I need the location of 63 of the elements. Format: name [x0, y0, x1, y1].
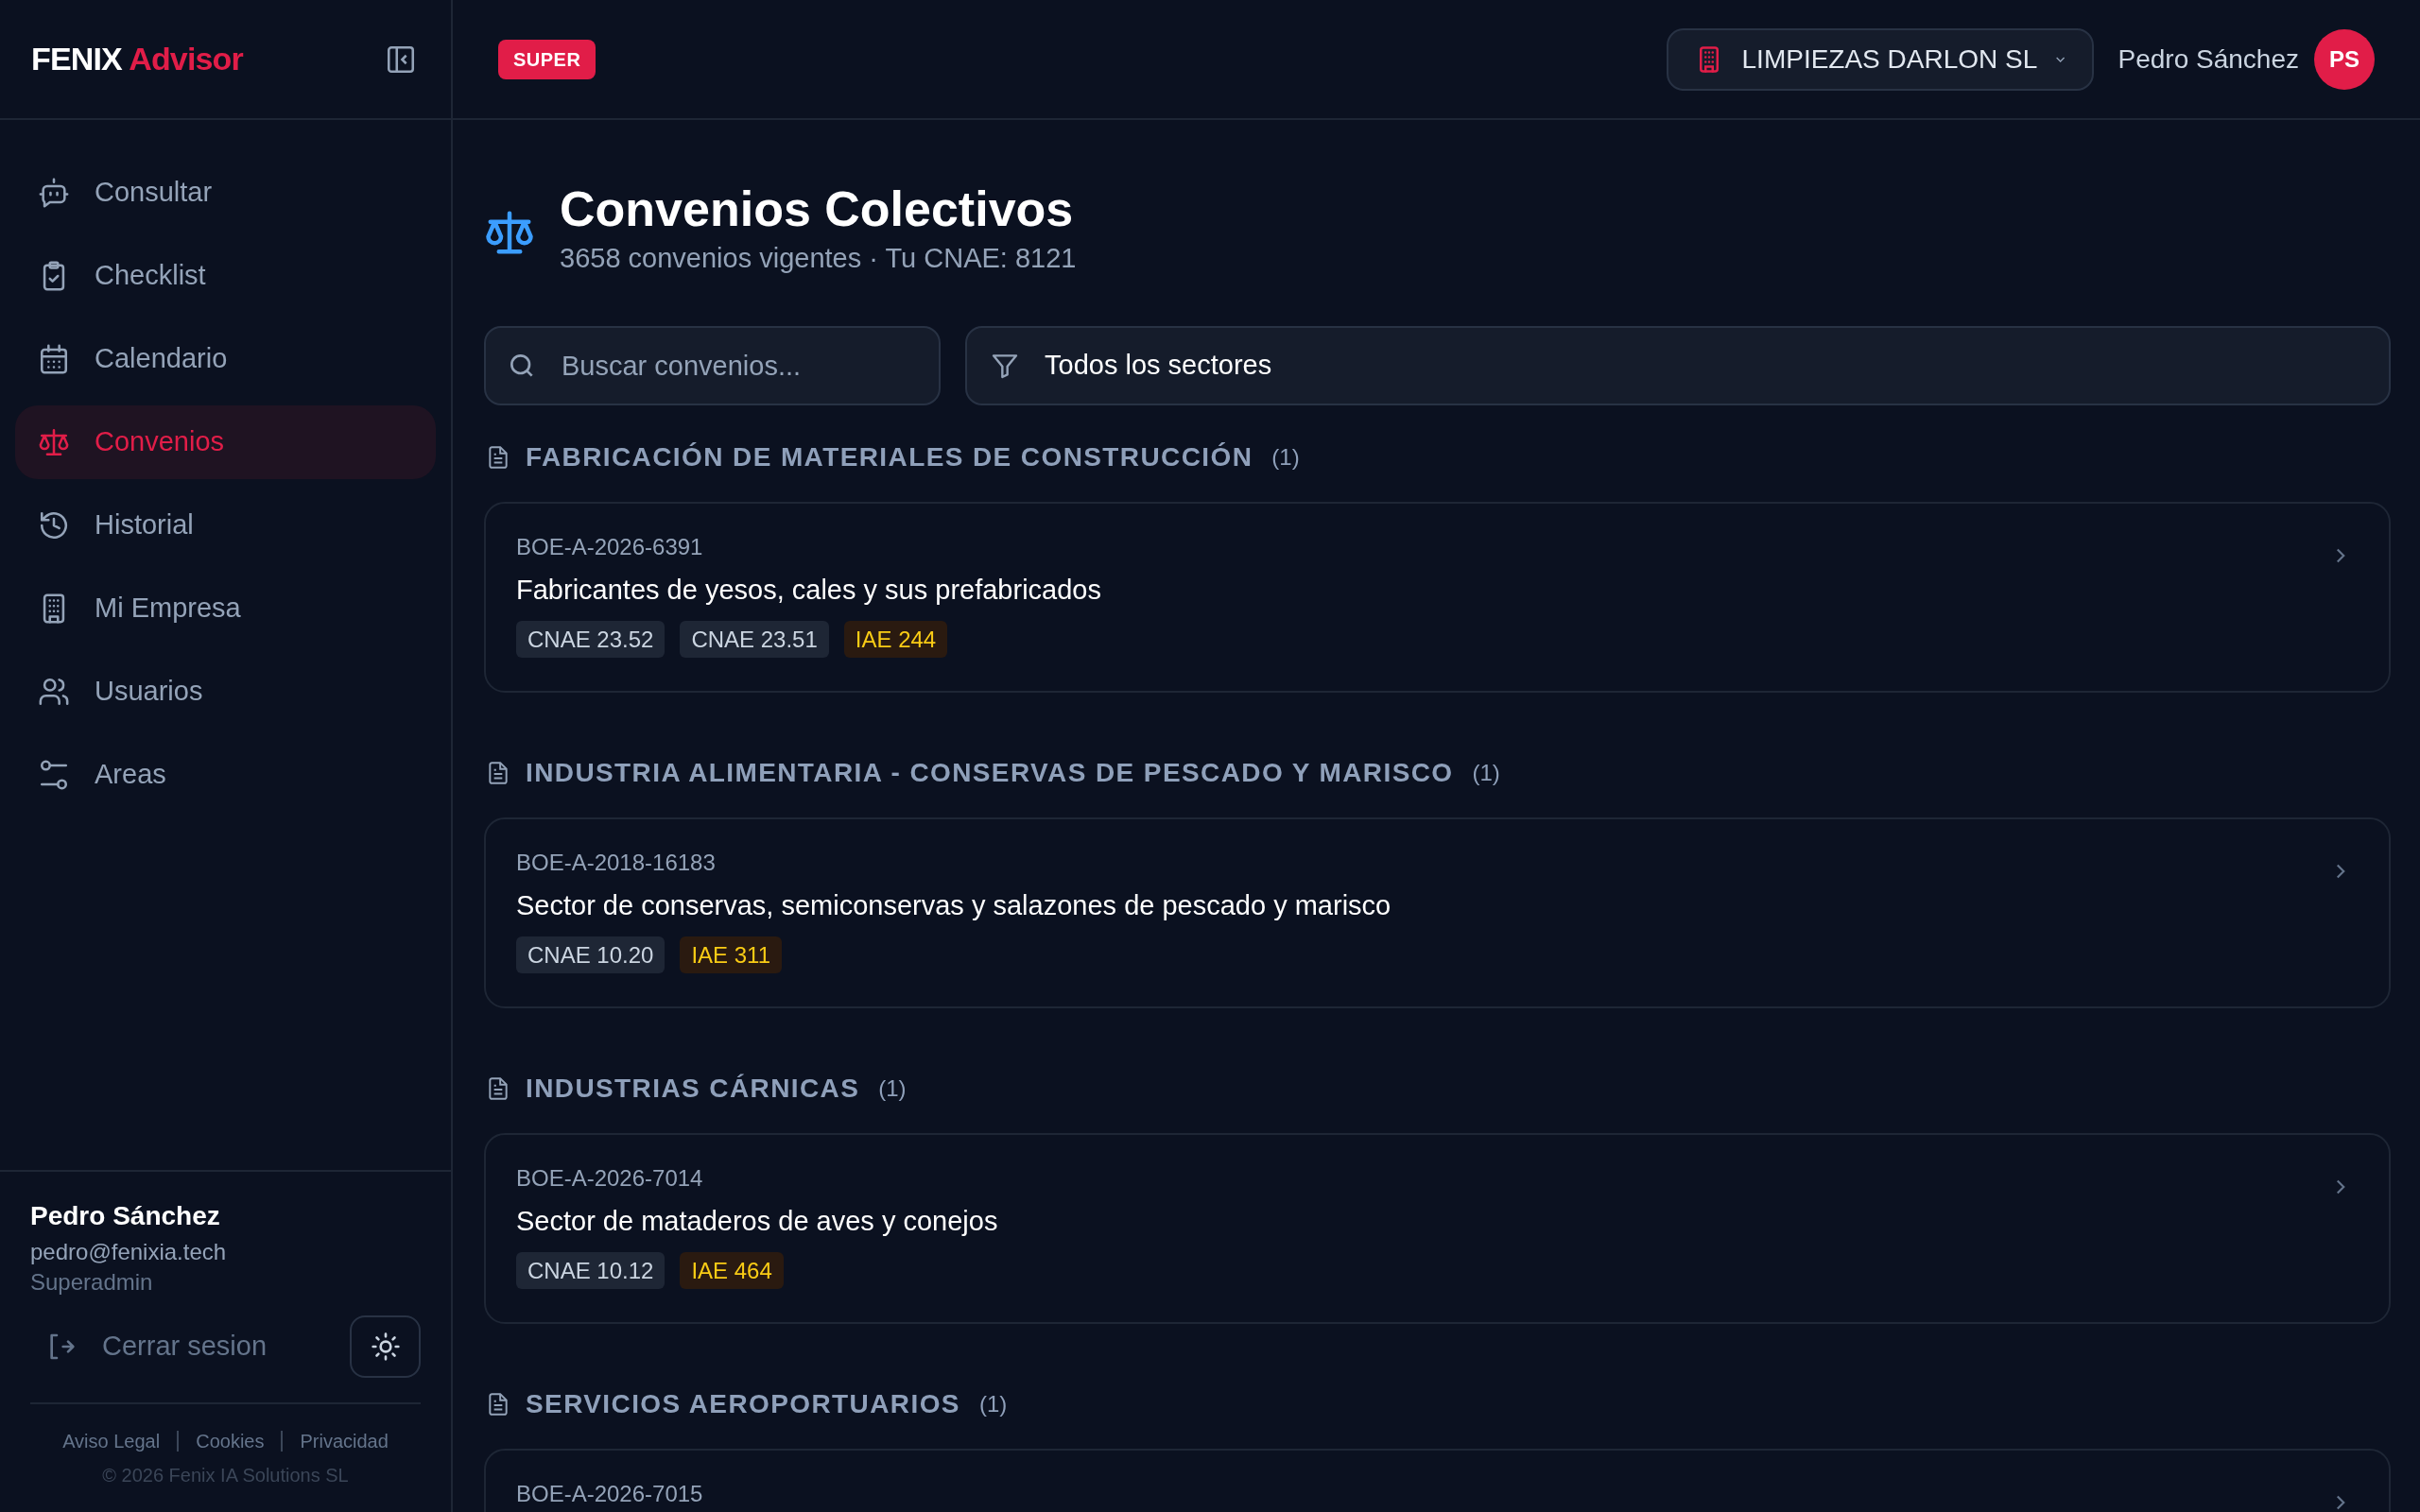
document-icon [486, 1392, 510, 1417]
search-field[interactable]: Buscar convenios... [484, 326, 941, 405]
footer-link[interactable]: Privacidad [300, 1427, 389, 1455]
convenio-card[interactable]: BOE-A-2018-16183 Sector de conservas, semiconservas y salazones de pescado y marisco CNAE 10.20 IAE 311 [484, 817, 2391, 1008]
scale-icon [38, 426, 70, 458]
convenio-card[interactable]: BOE-A-2026-6391 Fabricantes de yesos, cales y sus prefabricados CNAE 23.52 CNAE 23.51 IAE 244 [484, 502, 2391, 693]
code-tag: CNAE 23.51 [680, 621, 829, 658]
convenio-card[interactable]: BOE-A-2026-7014 Sector de mataderos de aves y conejos CNAE 10.12 IAE 464 [484, 1133, 2391, 1324]
code-tag: IAE 311 [680, 936, 783, 973]
convenio-code: BOE-A-2026-7014 [516, 1164, 703, 1193]
sidebar-item[interactable]: Historial [15, 489, 436, 562]
page-title: Convenios Colectivos [560, 180, 1075, 238]
history-icon [38, 509, 70, 541]
user-avatar[interactable]: PS [2314, 28, 2375, 90]
convenio-title: Sector de conservas, semiconservas y salazones de pescado y marisco [516, 889, 1392, 922]
code-tag: IAE 464 [680, 1252, 784, 1289]
user-email: pedro@fenixia.tech [30, 1238, 228, 1266]
sidebar-item[interactable]: Mi Empresa [15, 572, 436, 645]
section-count: (1) [978, 1390, 1008, 1418]
user-name: Pedro Sánchez [30, 1200, 221, 1232]
convenio-code: BOE-A-2026-7015 [516, 1480, 703, 1508]
footer-link[interactable]: Cookies [196, 1427, 265, 1455]
document-icon [486, 1076, 510, 1101]
section-heading: SERVICIOS AEROPORTUARIOS [526, 1388, 960, 1420]
header-user-name: Pedro Sánchez [2118, 43, 2299, 76]
role-badge: SUPER [498, 39, 596, 79]
footer-link[interactable]: Aviso Legal [62, 1427, 161, 1455]
sun-icon [370, 1332, 401, 1362]
calendar-icon [38, 343, 70, 375]
sector-filter[interactable]: Todos los sectores [965, 326, 2391, 405]
convenio-code: BOE-A-2026-6391 [516, 533, 703, 561]
code-tag: CNAE 10.20 [516, 936, 666, 973]
convenio-title: Fabricantes de yesos, cales y sus prefabricados [516, 574, 1102, 607]
section-count: (1) [1271, 443, 1300, 472]
code-tag: CNAE 10.12 [516, 1252, 666, 1289]
code-tag: IAE 244 [843, 621, 948, 658]
logout-button[interactable]: Cerrar sesion [30, 1326, 268, 1367]
convenio-code: BOE-A-2018-16183 [516, 849, 716, 877]
convenio-card[interactable]: BOE-A-2026-7015 [484, 1449, 2391, 1512]
brand-logo-text: FENIX Advisor [31, 41, 243, 77]
sidebar-item[interactable]: Calendario [15, 322, 436, 396]
page-subtitle: 3658 convenios vigentes · Tu CNAE: 8121 [560, 242, 1077, 275]
code-tag: CNAE 23.52 [516, 621, 666, 658]
theme-toggle-button[interactable] [350, 1315, 421, 1378]
document-icon [486, 445, 510, 470]
section-count: (1) [1472, 759, 1500, 787]
users-icon [38, 676, 70, 708]
company-selector[interactable]: LIMPIEZAS DARLON SL [1666, 27, 2094, 91]
copyright-text: © 2026 Fenix IA Solutions SL [102, 1464, 349, 1487]
section-heading: INDUSTRIAS CÁRNICAS [526, 1073, 860, 1105]
sidebar-item[interactable]: Areas [15, 738, 436, 812]
sidebar-item[interactable]: Consultar [15, 156, 436, 230]
document-icon [486, 761, 510, 785]
sidebar-item[interactable]: Checklist [15, 239, 436, 313]
sidebar-item[interactable]: Usuarios [15, 655, 436, 729]
section-heading: FABRICACIÓN DE MATERIALES DE CONSTRUCCIÓN [526, 441, 1253, 473]
sliders-icon [38, 759, 70, 791]
section-heading: INDUSTRIA ALIMENTARIA - CONSERVAS DE PESCADO Y MARISCO [526, 757, 1454, 789]
section-count: (1) [878, 1074, 907, 1103]
user-role: Superadmin [30, 1268, 154, 1297]
sidebar-item[interactable]: Convenios [15, 405, 436, 479]
bot-icon [38, 177, 70, 209]
convenio-title: Sector de mataderos de aves y conejos [516, 1205, 999, 1238]
